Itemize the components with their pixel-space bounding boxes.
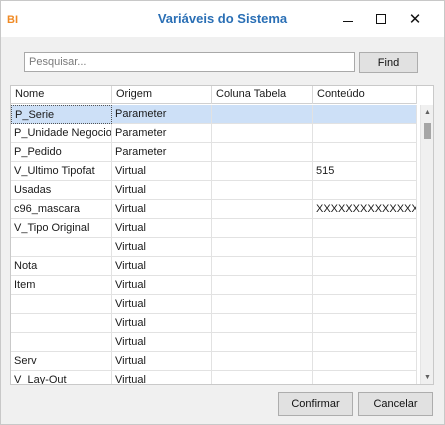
cell-origem[interactable]: Parameter <box>112 105 212 124</box>
vertical-scrollbar[interactable]: ▲ ▼ <box>420 105 433 384</box>
maximize-button[interactable] <box>364 7 398 31</box>
cell-coluna-tabela[interactable] <box>212 276 313 295</box>
cell-conteudo[interactable] <box>313 219 417 238</box>
column-header-origem[interactable]: Origem <box>112 86 212 104</box>
cell-conteudo[interactable] <box>313 352 417 371</box>
cell-coluna-tabela[interactable] <box>212 219 313 238</box>
cell-nome[interactable]: Usadas <box>11 181 112 200</box>
cell-origem[interactable]: Virtual <box>112 276 212 295</box>
table-row[interactable]: Virtual <box>11 333 421 352</box>
scroll-thumb[interactable] <box>424 123 431 139</box>
cell-coluna-tabela[interactable] <box>212 352 313 371</box>
minimize-icon <box>343 20 353 22</box>
close-button[interactable]: ✕ <box>398 7 432 31</box>
table-row[interactable]: Nota Virtual <box>11 257 421 276</box>
title-bar[interactable]: BI Variáveis do Sistema ✕ <box>1 1 444 37</box>
table-row[interactable]: Virtual <box>11 238 421 257</box>
cell-coluna-tabela[interactable] <box>212 200 313 219</box>
cell-nome[interactable] <box>11 333 112 352</box>
minimize-button[interactable] <box>331 7 365 31</box>
close-icon: ✕ <box>408 10 422 28</box>
cell-coluna-tabela[interactable] <box>212 257 313 276</box>
cell-nome[interactable] <box>11 295 112 314</box>
cell-nome[interactable]: c96_mascara <box>11 200 112 219</box>
table-row[interactable]: Serv Virtual <box>11 352 421 371</box>
cancel-button[interactable]: Cancelar <box>358 392 433 416</box>
table-row[interactable]: V_Tipo Original Virtual <box>11 219 421 238</box>
table-row[interactable]: P_Serie Parameter <box>11 105 421 124</box>
column-header-conteudo[interactable]: Conteúdo <box>313 86 417 104</box>
cell-coluna-tabela[interactable] <box>212 295 313 314</box>
cell-conteudo[interactable] <box>313 314 417 333</box>
cell-nome[interactable]: P_Unidade Negocio <box>11 124 112 143</box>
table-row[interactable]: P_Unidade Negocio Parameter <box>11 124 421 143</box>
table-body: P_Serie Parameter P_Unidade Negocio Paramet… <box>11 105 421 384</box>
search-input[interactable] <box>24 52 355 72</box>
column-header-coluna-tabela[interactable]: Coluna Tabela <box>212 86 313 104</box>
cell-nome[interactable]: Serv <box>11 352 112 371</box>
cell-conteudo[interactable] <box>313 295 417 314</box>
cell-nome[interactable] <box>11 238 112 257</box>
variables-table[interactable]: Nome Origem Coluna Tabela Conteúdo P_Ser… <box>10 85 434 385</box>
table-header: Nome Origem Coluna Tabela Conteúdo <box>11 86 417 104</box>
maximize-icon <box>376 14 386 24</box>
cell-conteudo[interactable] <box>313 333 417 352</box>
cell-coluna-tabela[interactable] <box>212 333 313 352</box>
cell-conteudo[interactable] <box>313 143 417 162</box>
cell-origem[interactable]: Parameter <box>112 124 212 143</box>
cell-conteudo[interactable]: XXXXXXXXXXXXXXXX <box>313 200 417 219</box>
table-row[interactable]: Virtual <box>11 314 421 333</box>
cell-origem[interactable]: Virtual <box>112 371 212 384</box>
table-row[interactable]: P_Pedido Parameter <box>11 143 421 162</box>
cell-coluna-tabela[interactable] <box>212 143 313 162</box>
table-row[interactable]: Usadas Virtual <box>11 181 421 200</box>
cell-coluna-tabela[interactable] <box>212 124 313 143</box>
cell-nome[interactable]: V_Ultimo Tipofat <box>11 162 112 181</box>
cell-conteudo[interactable] <box>313 257 417 276</box>
cell-origem[interactable]: Virtual <box>112 295 212 314</box>
cell-coluna-tabela[interactable] <box>212 238 313 257</box>
cell-origem[interactable]: Virtual <box>112 352 212 371</box>
cell-nome[interactable] <box>11 314 112 333</box>
column-header-nome[interactable]: Nome <box>11 86 112 104</box>
cell-origem[interactable]: Virtual <box>112 257 212 276</box>
cell-origem[interactable]: Virtual <box>112 162 212 181</box>
scroll-up-icon[interactable]: ▲ <box>421 105 433 119</box>
cell-conteudo[interactable] <box>313 238 417 257</box>
cell-coluna-tabela[interactable] <box>212 162 313 181</box>
cell-conteudo[interactable]: 515 <box>313 162 417 181</box>
cell-origem[interactable]: Virtual <box>112 238 212 257</box>
table-row[interactable]: Virtual <box>11 295 421 314</box>
scroll-down-icon[interactable]: ▼ <box>421 370 433 384</box>
cell-conteudo[interactable] <box>313 124 417 143</box>
table-row[interactable]: Item Virtual <box>11 276 421 295</box>
cell-coluna-tabela[interactable] <box>212 314 313 333</box>
cell-nome[interactable]: V_Lay-Out <box>11 371 112 384</box>
table-row[interactable]: V_Ultimo Tipofat Virtual 515 <box>11 162 421 181</box>
cell-origem[interactable]: Virtual <box>112 333 212 352</box>
find-button[interactable]: Find <box>359 52 418 73</box>
cell-conteudo[interactable] <box>313 371 417 384</box>
cell-nome[interactable]: Nota <box>11 257 112 276</box>
cell-origem[interactable]: Virtual <box>112 200 212 219</box>
cell-origem[interactable]: Virtual <box>112 181 212 200</box>
cell-origem[interactable]: Virtual <box>112 219 212 238</box>
cell-nome[interactable]: P_Pedido <box>11 143 112 162</box>
cell-nome[interactable]: Item <box>11 276 112 295</box>
cell-origem[interactable]: Parameter <box>112 143 212 162</box>
cell-coluna-tabela[interactable] <box>212 371 313 384</box>
cell-origem[interactable]: Virtual <box>112 314 212 333</box>
system-variables-dialog: BI Variáveis do Sistema ✕ Find Nome Orig… <box>0 0 445 425</box>
cell-conteudo[interactable] <box>313 181 417 200</box>
confirm-button[interactable]: Confirmar <box>278 392 353 416</box>
table-row[interactable]: c96_mascaraVirtual XXXXXXXXXXXXXXXX <box>11 200 421 219</box>
cell-coluna-tabela[interactable] <box>212 105 313 124</box>
table-row[interactable]: V_Lay-Out Virtual <box>11 371 421 384</box>
cell-nome[interactable]: P_Serie <box>11 105 112 124</box>
cell-conteudo[interactable] <box>313 105 417 124</box>
cell-nome[interactable]: V_Tipo Original <box>11 219 112 238</box>
cell-conteudo[interactable] <box>313 276 417 295</box>
cell-coluna-tabela[interactable] <box>212 181 313 200</box>
